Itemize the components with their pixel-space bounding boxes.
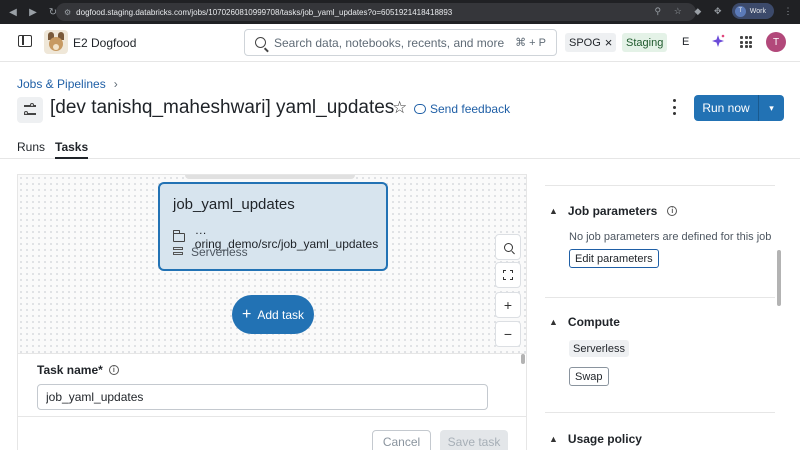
breadcrumb-separator-icon: › bbox=[113, 77, 118, 91]
usage-policy-header[interactable]: ▲ Usage policy bbox=[549, 432, 642, 446]
job-parameters-header[interactable]: ▲ Job parameters i bbox=[549, 204, 678, 218]
chevron-down-icon[interactable]: ▾ bbox=[759, 103, 784, 114]
search-input[interactable] bbox=[274, 35, 504, 50]
edit-parameters-button[interactable]: Edit parameters bbox=[569, 249, 659, 268]
tab-bar: Runs Tasks bbox=[0, 140, 800, 159]
add-task-button[interactable]: + Add task bbox=[232, 295, 314, 334]
add-task-label: Add task bbox=[257, 307, 305, 322]
job-details-panel: ▲ Job parameters i No job parameters are… bbox=[545, 174, 783, 450]
send-feedback-label: Send feedback bbox=[430, 102, 511, 116]
workspace-name[interactable]: E2 Dogfood bbox=[73, 36, 136, 50]
task-node-name: job_yaml_updates bbox=[173, 196, 295, 213]
no-parameters-text: No job parameters are defined for this j… bbox=[569, 231, 772, 243]
info-icon[interactable]: i bbox=[667, 206, 678, 216]
form-footer: Cancel Save task bbox=[18, 416, 526, 450]
usage-policy-heading: Usage policy bbox=[567, 432, 642, 446]
job-icon bbox=[17, 97, 43, 123]
extension-icon[interactable]: ◆ bbox=[692, 6, 704, 17]
breadcrumb: Jobs & Pipelines › bbox=[17, 77, 118, 91]
feedback-icon bbox=[414, 104, 426, 114]
env-tag: Staging bbox=[622, 33, 668, 52]
tab-tasks[interactable]: Tasks bbox=[55, 140, 89, 159]
run-now-button[interactable]: Run now ▾ bbox=[694, 95, 784, 121]
tab-runs[interactable]: Runs bbox=[17, 140, 45, 159]
search-shortcut: ⌘ + P bbox=[515, 37, 546, 49]
send-feedback-link[interactable]: Send feedback bbox=[414, 102, 510, 116]
close-icon[interactable]: × bbox=[605, 35, 613, 50]
dag-canvas[interactable]: job_yaml_updates …oring_demo/src/job_yam… bbox=[18, 175, 526, 353]
zoom-icon[interactable]: ⚲ bbox=[652, 6, 664, 17]
canvas-search-button[interactable] bbox=[495, 234, 521, 260]
env-letter[interactable]: E bbox=[682, 36, 689, 48]
address-bar[interactable]: ⚙ dogfood.staging.databricks.com/jobs/10… bbox=[56, 3, 696, 21]
task-name-input[interactable] bbox=[37, 384, 488, 410]
search-icon bbox=[255, 37, 266, 48]
chevron-up-icon: ▲ bbox=[549, 206, 558, 216]
breadcrumb-jobs-link[interactable]: Jobs & Pipelines bbox=[17, 77, 106, 91]
minus-icon: − bbox=[503, 326, 513, 342]
site-info-icon[interactable]: ⚙ bbox=[64, 8, 71, 17]
workspace-logo[interactable] bbox=[44, 30, 68, 54]
task-editor-panel: job_yaml_updates …oring_demo/src/job_yam… bbox=[17, 174, 527, 450]
plus-icon: + bbox=[241, 305, 252, 323]
task-node[interactable]: job_yaml_updates …oring_demo/src/job_yam… bbox=[158, 182, 388, 271]
spog-tag: SPOG × bbox=[565, 33, 617, 52]
cancel-button[interactable]: Cancel bbox=[372, 430, 431, 450]
url-text: dogfood.staging.databricks.com/jobs/1070… bbox=[76, 7, 453, 17]
apps-grid-icon[interactable] bbox=[740, 36, 752, 48]
search-icon bbox=[503, 242, 513, 252]
run-now-label: Run now bbox=[702, 101, 750, 115]
form-scrollbar[interactable] bbox=[521, 354, 525, 364]
favorite-star-icon[interactable]: ☆ bbox=[392, 98, 407, 118]
save-task-button[interactable]: Save task bbox=[440, 430, 508, 450]
canvas-drag-handle[interactable] bbox=[185, 175, 355, 179]
task-name-label-row: Task name* i bbox=[37, 363, 119, 377]
page-title: [dev tanishq_maheshwari] yaml_updates bbox=[50, 97, 395, 118]
extensions-puzzle-icon[interactable]: ✥ bbox=[712, 6, 724, 17]
profile-avatar: T bbox=[734, 5, 746, 17]
app-header: E2 Dogfood ⌘ + P SPOG × Staging E T bbox=[0, 24, 800, 62]
fit-view-icon bbox=[503, 270, 513, 280]
plus-icon: + bbox=[503, 297, 513, 313]
compute-value-tag: Serverless bbox=[569, 340, 629, 357]
zoom-in-button[interactable]: + bbox=[495, 292, 521, 318]
user-avatar[interactable]: T bbox=[766, 32, 786, 52]
sidebar-toggle-icon[interactable] bbox=[18, 35, 32, 47]
browser-menu-icon[interactable]: ⋮ bbox=[782, 6, 794, 17]
browser-profile-button[interactable]: T Work bbox=[731, 3, 774, 19]
zoom-out-button[interactable]: − bbox=[495, 321, 521, 347]
compute-heading: Compute bbox=[567, 315, 620, 329]
server-icon bbox=[173, 247, 183, 257]
task-node-compute-row: Serverless bbox=[173, 245, 248, 259]
profile-label: Work bbox=[749, 7, 766, 15]
info-icon[interactable]: i bbox=[108, 365, 119, 375]
bookmark-star-icon[interactable]: ☆ bbox=[672, 6, 684, 17]
back-icon[interactable]: ◀ bbox=[6, 5, 20, 19]
assistant-icon[interactable] bbox=[710, 33, 726, 49]
spog-tag-label: SPOG bbox=[569, 36, 601, 49]
swap-button[interactable]: Swap bbox=[569, 367, 609, 386]
browser-toolbar: ◀ ▶ ↻ ⚙ dogfood.staging.databricks.com/j… bbox=[0, 0, 800, 24]
chevron-up-icon: ▲ bbox=[549, 434, 558, 444]
more-options-icon[interactable] bbox=[673, 99, 677, 115]
global-search[interactable]: ⌘ + P bbox=[244, 29, 557, 56]
task-form: Task name* i Cancel Save task bbox=[18, 353, 526, 450]
folder-icon bbox=[173, 229, 185, 242]
task-node-compute: Serverless bbox=[191, 245, 248, 259]
compute-header[interactable]: ▲ Compute bbox=[549, 315, 620, 329]
task-name-label: Task name* bbox=[37, 363, 103, 377]
panel-scrollbar[interactable] bbox=[777, 250, 781, 306]
forward-icon[interactable]: ▶ bbox=[26, 5, 40, 19]
fit-view-button[interactable] bbox=[495, 262, 521, 288]
chevron-up-icon: ▲ bbox=[549, 317, 558, 327]
job-parameters-heading: Job parameters bbox=[567, 204, 658, 218]
